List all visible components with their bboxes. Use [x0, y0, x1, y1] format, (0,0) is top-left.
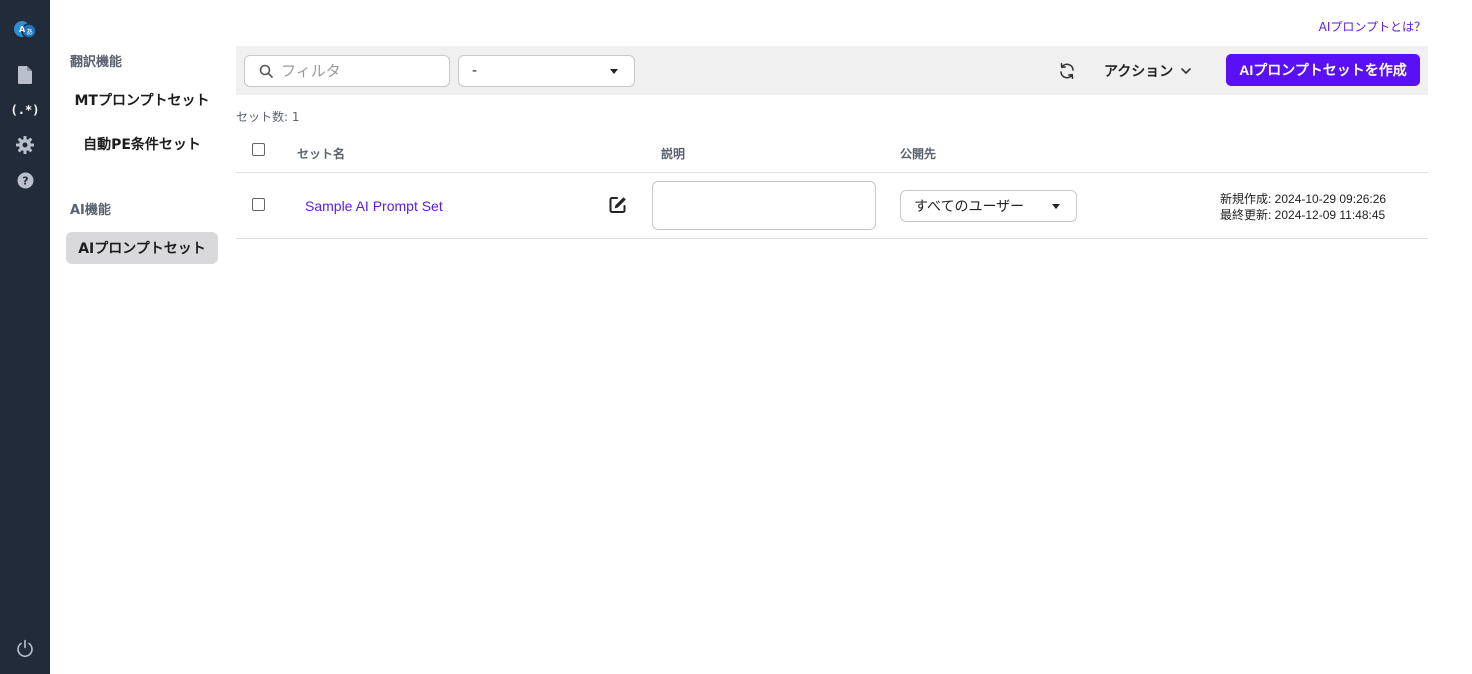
create-ai-prompt-set-button[interactable]: AIプロンプトセットを作成: [1226, 54, 1420, 86]
action-menu-label: アクション: [1104, 64, 1174, 80]
refresh-icon[interactable]: [1054, 58, 1080, 84]
created-date: 新規作成: 2024-10-29 09:26:26: [1220, 192, 1387, 206]
secondary-nav: 翻訳機能 MTプロンプトセット 自動PE条件セット AI機能 AIプロンプトセッ…: [50, 0, 230, 674]
document-icon[interactable]: [0, 60, 50, 90]
scope-select-value: -: [472, 63, 478, 79]
edit-icon[interactable]: [608, 195, 628, 215]
select-all-checkbox[interactable]: [252, 143, 265, 156]
svg-text:?: ?: [22, 174, 28, 187]
action-menu-button[interactable]: アクション: [1104, 58, 1192, 84]
app-logo-icon[interactable]: A あ: [0, 15, 50, 45]
scope-select[interactable]: -: [458, 55, 635, 87]
chevron-down-icon: [1181, 67, 1192, 74]
updated-date: 最終更新: 2024-12-09 11:48:45: [1220, 208, 1386, 222]
gear-icon[interactable]: [0, 130, 50, 160]
publish-to-value: すべてのユーザー: [914, 199, 1025, 215]
caret-down-icon: [1052, 204, 1060, 209]
description-field[interactable]: [652, 181, 876, 230]
column-header-name: セット名: [297, 147, 346, 161]
prompt-set-name-link[interactable]: Sample AI Prompt Set: [305, 198, 443, 214]
filter-field[interactable]: [244, 55, 450, 87]
column-header-description: 説明: [661, 147, 686, 161]
column-header-publish: 公開先: [900, 147, 937, 161]
power-icon[interactable]: [0, 633, 50, 663]
filter-input[interactable]: [281, 62, 431, 80]
help-link[interactable]: AIプロンプトとは？: [1319, 18, 1426, 35]
timestamps: 新規作成: 2024-10-29 09:26:26 最終更新: 2024-12-…: [1220, 191, 1386, 223]
table-header: セット名 説明 公開先: [236, 134, 1428, 173]
caret-down-icon: [610, 69, 618, 74]
nav-heading-translation: 翻訳機能: [70, 55, 123, 70]
svg-text:A: A: [19, 25, 26, 34]
toolbar: - アクション AIプロンプトセットを作成: [236, 46, 1428, 95]
icon-rail: A あ (.*) ?: [0, 0, 50, 674]
table-row: Sample AI Prompt Set すべてのユーザー 新規作成: 2024…: [236, 173, 1428, 239]
search-icon: [259, 64, 273, 78]
svg-text:あ: あ: [26, 28, 33, 36]
publish-to-select[interactable]: すべてのユーザー: [900, 190, 1077, 222]
row-checkbox[interactable]: [252, 198, 265, 211]
set-count: セット数: 1: [236, 110, 300, 124]
nav-heading-ai: AI機能: [70, 203, 111, 218]
nav-item-mt-prompt-set[interactable]: MTプロンプトセット: [66, 84, 218, 116]
nav-item-ai-prompt-set[interactable]: AIプロンプトセット: [66, 232, 218, 264]
nav-item-auto-pe-condition-set[interactable]: 自動PE条件セット: [66, 128, 218, 160]
help-icon[interactable]: ?: [0, 165, 50, 195]
regex-icon[interactable]: (.*): [0, 95, 50, 125]
